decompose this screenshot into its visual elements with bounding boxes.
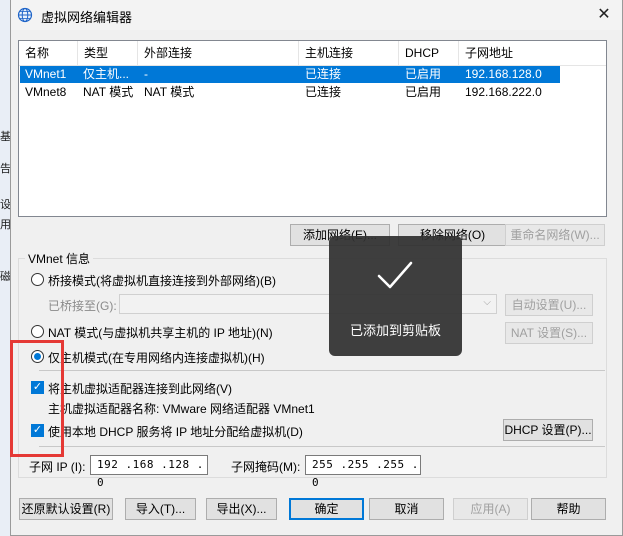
column-header-host[interactable]: 主机连接 (299, 41, 399, 65)
nat-mode-radio[interactable] (31, 325, 44, 338)
vmnet-info-group (18, 258, 607, 478)
nat-mode-label[interactable]: NAT 模式(与虚拟机共享主机的 IP 地址)(N) (48, 324, 273, 341)
window-title: 虚拟网络编辑器 (41, 10, 133, 25)
cell-dhcp: 已启用 (405, 85, 442, 99)
cell-external: - (144, 67, 148, 81)
use-dhcp-label[interactable]: 使用本地 DHCP 服务将 IP 地址分配给虚拟机(D) (48, 423, 303, 440)
title-bar[interactable]: 虚拟网络编辑器 ✕ (11, 0, 622, 30)
export-button[interactable]: 导出(X)... (206, 498, 277, 520)
help-button[interactable]: 帮助 (531, 498, 606, 520)
apply-button[interactable]: 应用(A) (453, 498, 528, 520)
cell-dhcp: 已启用 (405, 67, 442, 81)
divider (39, 446, 605, 447)
cell-subnet: 192.168.128.0 (465, 67, 542, 81)
network-list[interactable]: 名称 类型 外部连接 主机连接 DHCP 子网地址 VMnet1 仅主机... … (18, 40, 607, 217)
chevron-down-icon: ⌵ (483, 297, 491, 308)
column-header-type[interactable]: 类型 (78, 41, 138, 65)
dhcp-settings-button[interactable]: DHCP 设置(P)... (503, 419, 593, 441)
clipboard-toast: 已添加到剪贴板 (329, 236, 462, 356)
table-row-vmnet1[interactable]: VMnet1 仅主机... - 已连接 已启用 192.168.128.0 (20, 66, 560, 83)
cancel-button[interactable]: 取消 (369, 498, 444, 520)
cell-name: VMnet8 (25, 85, 67, 99)
network-globe-icon (17, 7, 33, 23)
cell-external: NAT 模式 (144, 85, 195, 99)
cell-subnet: 192.168.222.0 (465, 85, 542, 99)
nat-settings-button[interactable]: NAT 设置(S)... (505, 322, 593, 344)
connect-adapter-label[interactable]: 将主机虚拟适配器连接到此网络(V) (48, 380, 232, 397)
rename-network-button[interactable]: 重命名网络(W)... (505, 224, 605, 246)
subnet-mask-field[interactable]: 255 .255 .255 . 0 (305, 455, 421, 489)
cell-host: 已连接 (305, 85, 342, 99)
column-header-name[interactable]: 名称 (19, 41, 78, 65)
column-header-dhcp[interactable]: DHCP (399, 41, 459, 65)
network-list-header: 名称 类型 外部连接 主机连接 DHCP 子网地址 (19, 41, 606, 66)
column-header-external[interactable]: 外部连接 (138, 41, 299, 65)
cell-name: VMnet1 (25, 67, 67, 81)
cell-type: 仅主机... (83, 67, 130, 81)
subnet-ip-field[interactable]: 192 .168 .128 . 0 (90, 455, 208, 489)
bridge-mode-label[interactable]: 桥接模式(将虚拟机直接连接到外部网络)(B) (48, 272, 276, 289)
checkmark-icon (377, 261, 413, 289)
cell-type: NAT 模式 (83, 85, 134, 99)
subnet-mask-label: 子网掩码(M): (231, 460, 301, 474)
toast-message: 已添加到剪贴板 (349, 323, 441, 338)
divider (39, 370, 605, 371)
cell-host: 已连接 (305, 67, 342, 81)
host-only-mode-label[interactable]: 仅主机模式(在专用网络内连接虚拟机)(H) (48, 349, 265, 366)
restore-defaults-button[interactable]: 还原默认设置(R) (19, 498, 113, 520)
adapter-name-text: 主机虚拟适配器名称: VMware 网络适配器 VMnet1 (48, 402, 315, 416)
virtual-network-editor-dialog: 虚拟网络编辑器 ✕ 名称 类型 外部连接 主机连接 DHCP 子网地址 VMne… (10, 0, 623, 536)
ok-button[interactable]: 确定 (289, 498, 364, 520)
vmnet-info-label: VMnet 信息 (25, 250, 94, 267)
bridged-to-label: 已桥接至(G): (48, 299, 117, 313)
table-row-vmnet8[interactable]: VMnet8 NAT 模式 NAT 模式 已连接 已启用 192.168.222… (20, 84, 560, 101)
subnet-ip-label: 子网 IP (I): (29, 460, 86, 474)
close-icon[interactable]: ✕ (592, 3, 616, 27)
bridge-mode-radio[interactable] (31, 273, 44, 286)
import-button[interactable]: 导入(T)... (125, 498, 196, 520)
column-header-subnet[interactable]: 子网地址 (459, 41, 606, 65)
highlight-annotation-box (10, 340, 64, 457)
auto-settings-button[interactable]: 自动设置(U)... (505, 294, 593, 316)
